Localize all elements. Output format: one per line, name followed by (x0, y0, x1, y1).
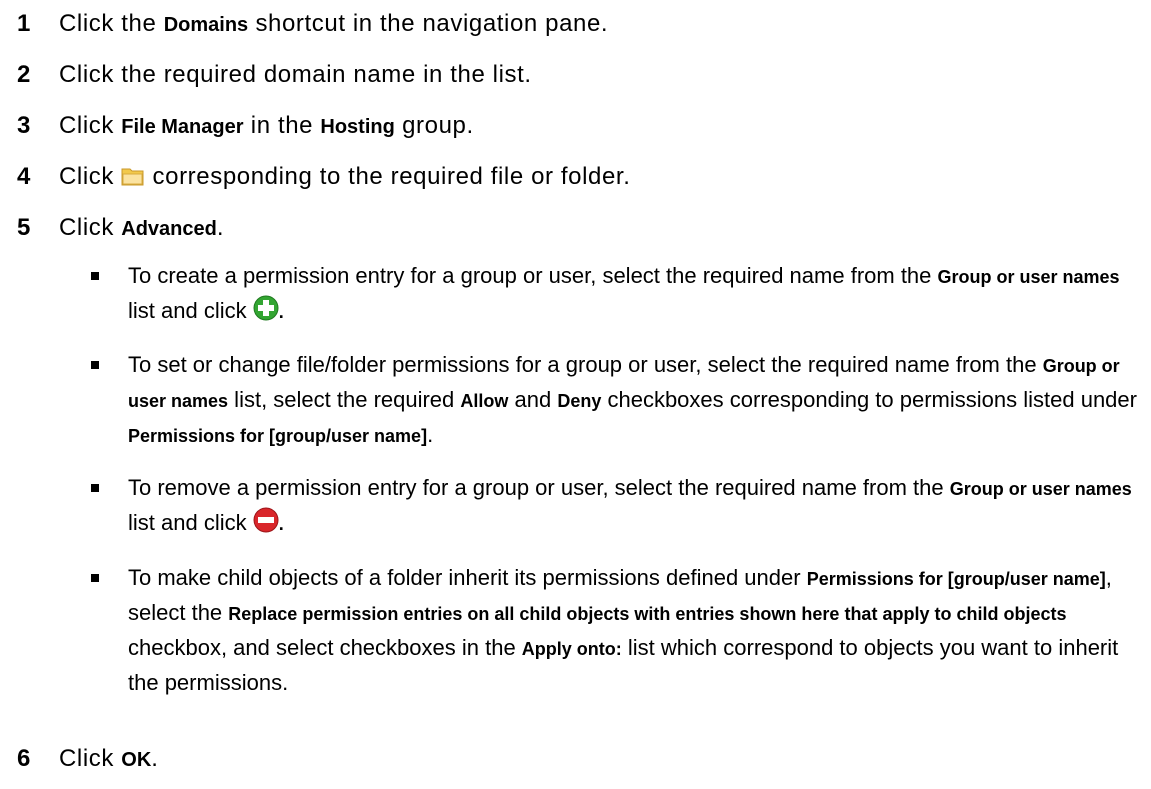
folder-icon (121, 165, 145, 187)
bullet-marker (91, 272, 99, 280)
step-text: Click the required domain name in the li… (59, 61, 532, 88)
ui-term-permissions-for: Permissions for [group/user name] (128, 426, 428, 446)
bullet-item-inherit-permissions: To make child objects of a folder inheri… (128, 565, 1119, 695)
step-text: Click Advanced. (59, 214, 225, 241)
step-text: Click corresponding to the required file… (59, 163, 631, 190)
step-text: Click File Manager in the Hosting group. (59, 112, 474, 139)
ui-term-permissions-for: Permissions for [group/user name] (806, 569, 1106, 589)
ui-term-file-manager: File Manager (121, 116, 244, 138)
add-icon (253, 295, 279, 321)
ui-term-domains: Domains (163, 14, 249, 36)
step-text: Click the Domains shortcut in the naviga… (59, 10, 609, 37)
ui-term-deny: Deny (557, 391, 602, 411)
step-text: Click OK. (59, 745, 159, 772)
ui-term-advanced: Advanced (121, 218, 217, 240)
bullet-item-set-permissions: To set or change file/folder permissions… (128, 352, 1137, 447)
ui-term-allow: Allow (460, 391, 509, 411)
ui-term-group-or-user-names: Group or user names (937, 267, 1120, 287)
step-number: 1 (17, 10, 31, 37)
bullet-marker (91, 574, 99, 582)
remove-icon (253, 507, 279, 533)
step-number: 2 (17, 61, 31, 88)
bullet-item-remove-permission: To remove a permission entry for a group… (128, 475, 1132, 535)
ui-term-ok: OK (121, 749, 152, 771)
step-number: 3 (17, 112, 31, 139)
procedure-document: 1 Click the Domains shortcut in the navi… (0, 0, 1151, 789)
ui-term-apply-onto: Apply onto: (521, 639, 622, 659)
bullet-marker (91, 361, 99, 369)
bullet-marker (91, 484, 99, 492)
step-number: 4 (17, 163, 31, 190)
step-number: 6 (17, 745, 31, 772)
ui-term-group-or-user-names: Group or user names (949, 479, 1132, 499)
ui-term-replace-permission-entries: Replace permission entries on all child … (228, 604, 1067, 624)
bullet-item-create-permission: To create a permission entry for a group… (128, 263, 1120, 323)
step-number: 5 (17, 214, 31, 241)
ui-term-hosting: Hosting (320, 116, 395, 138)
